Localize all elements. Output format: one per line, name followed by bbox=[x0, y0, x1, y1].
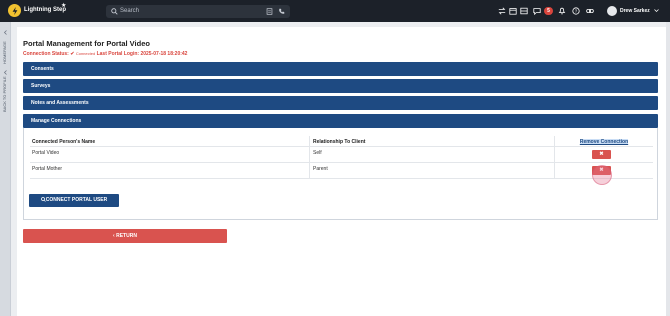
rail-homepage-link[interactable]: HOMEPAGE bbox=[2, 40, 9, 64]
search-icon bbox=[111, 8, 118, 15]
connection-status: Connection Status: ✔ Connected Last Port… bbox=[23, 51, 187, 57]
section-manage-connections[interactable]: Manage Connections bbox=[23, 114, 658, 128]
rail-back-to-profile-link[interactable]: BACK TO PROFILE bbox=[2, 76, 9, 112]
chevron-left-icon[interactable] bbox=[3, 70, 8, 75]
star-icon[interactable]: ★ bbox=[61, 3, 66, 9]
status-value: Connected bbox=[75, 51, 96, 56]
table-row: Portal Video Self ✖ bbox=[30, 147, 653, 163]
row-name: Portal Video bbox=[32, 150, 60, 156]
search-input[interactable]: Search bbox=[120, 8, 139, 14]
section-surveys[interactable]: Surveys bbox=[23, 79, 658, 93]
bell-icon[interactable] bbox=[558, 7, 566, 15]
transfer-icon[interactable] bbox=[498, 7, 506, 15]
return-label: RETURN bbox=[116, 233, 137, 239]
section-notes-assessments[interactable]: Notes and Assessments bbox=[23, 96, 658, 110]
main-card: Portal Management for Portal Video Conne… bbox=[17, 27, 666, 316]
header-remove-label: Remove Connection bbox=[579, 139, 629, 145]
table-row: Portal Mother Parent ✖ bbox=[30, 163, 653, 185]
brand-name[interactable]: Lightning Step bbox=[24, 7, 66, 13]
last-login-value: 2025-07-18 18:20:42 bbox=[140, 51, 188, 57]
return-button[interactable]: ‹ RETURN bbox=[23, 229, 227, 243]
lightning-logo-icon[interactable] bbox=[8, 4, 21, 17]
connect-label: CONNECT PORTAL USER bbox=[45, 197, 108, 203]
cursor-highlight bbox=[592, 165, 612, 185]
help-icon[interactable]: ? bbox=[572, 7, 580, 15]
avatar[interactable] bbox=[607, 6, 617, 16]
inbox-icon[interactable] bbox=[520, 7, 528, 15]
remove-connection-button[interactable]: ✖ bbox=[592, 150, 611, 159]
chat-icon[interactable] bbox=[533, 7, 541, 15]
link-icon[interactable] bbox=[586, 7, 594, 15]
row-name: Portal Mother bbox=[32, 166, 63, 172]
top-navigation-bar: Lightning Step ★ Search 5 ? Drew Sarkez bbox=[0, 0, 670, 22]
chevron-down-icon[interactable] bbox=[654, 8, 659, 13]
connections-table: Connected Person's Name Relationship To … bbox=[30, 136, 653, 185]
search-bar[interactable]: Search bbox=[106, 5, 290, 18]
row-relationship: Self bbox=[313, 150, 322, 156]
side-rail: HOMEPAGE BACK TO PROFILE bbox=[0, 22, 11, 316]
status-label: Connection Status: bbox=[23, 51, 69, 57]
table-header-row: Connected Person's Name Relationship To … bbox=[30, 136, 653, 147]
row-relationship: Parent bbox=[313, 166, 328, 172]
section-consents[interactable]: Consents bbox=[23, 62, 658, 76]
last-login-label: Last Portal Login: bbox=[96, 51, 140, 57]
document-icon[interactable] bbox=[266, 8, 273, 15]
page-title: Portal Management for Portal Video bbox=[23, 39, 150, 48]
svg-text:?: ? bbox=[575, 9, 578, 14]
page-scrollbar[interactable] bbox=[666, 22, 670, 316]
calendar-icon[interactable] bbox=[509, 7, 517, 15]
chevron-left-icon[interactable] bbox=[3, 30, 8, 35]
connect-portal-user-button[interactable]: CONNECT PORTAL USER bbox=[29, 194, 119, 207]
phone-icon[interactable] bbox=[278, 8, 285, 15]
user-name[interactable]: Drew Sarkez bbox=[620, 8, 650, 14]
notification-badge[interactable]: 5 bbox=[544, 7, 553, 15]
check-icon: ✔ bbox=[70, 51, 75, 57]
